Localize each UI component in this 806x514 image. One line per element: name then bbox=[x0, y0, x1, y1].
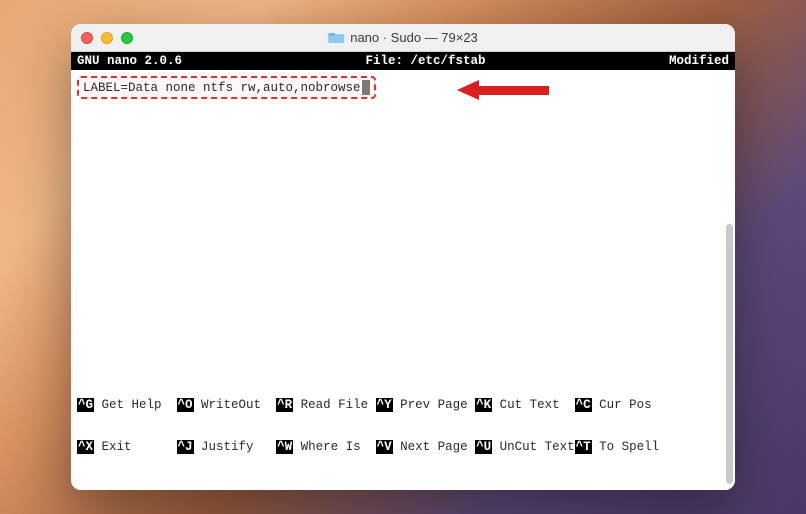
cmd-justify: ^J Justify bbox=[177, 440, 277, 454]
editor-area[interactable]: LABEL=Data none ntfs rw,auto,nobrowse bbox=[71, 70, 735, 368]
cmd-uncut-text: ^U UnCut Text bbox=[475, 440, 575, 454]
scrollbar-thumb[interactable] bbox=[726, 224, 733, 484]
titlebar[interactable]: nano · Sudo — 79×23 bbox=[71, 24, 735, 52]
window-title-text: nano · Sudo — 79×23 bbox=[350, 30, 478, 45]
nano-footer: ^G Get Help ^O WriteOut ^R Read File ^Y … bbox=[71, 368, 735, 490]
minimize-icon[interactable] bbox=[101, 32, 113, 44]
cmd-to-spell: ^T To Spell bbox=[575, 440, 660, 454]
scrollbar[interactable] bbox=[723, 64, 733, 484]
nano-header: GNU nano 2.0.6 File: /etc/fstab Modified bbox=[71, 52, 735, 70]
nano-version: GNU nano 2.0.6 bbox=[77, 54, 182, 68]
cmd-exit: ^X Exit bbox=[77, 440, 177, 454]
maximize-icon[interactable] bbox=[121, 32, 133, 44]
annotation-arrow-icon bbox=[457, 80, 549, 100]
cmd-prev-page: ^Y Prev Page bbox=[376, 398, 476, 412]
terminal-window: nano · Sudo — 79×23 GNU nano 2.0.6 File:… bbox=[71, 24, 735, 490]
cmd-next-page: ^V Next Page bbox=[376, 440, 476, 454]
cmd-where-is: ^W Where Is bbox=[276, 440, 376, 454]
cmd-writeout: ^O WriteOut bbox=[177, 398, 277, 412]
footer-row-1: ^G Get Help ^O WriteOut ^R Read File ^Y … bbox=[77, 398, 729, 412]
traffic-lights bbox=[81, 32, 133, 44]
nano-file: File: /etc/fstab bbox=[182, 54, 669, 68]
cmd-cur-pos: ^C Cur Pos bbox=[575, 398, 652, 412]
annotation-highlight: LABEL=Data none ntfs rw,auto,nobrowse bbox=[77, 76, 376, 99]
nano-status: Modified bbox=[669, 54, 729, 68]
close-icon[interactable] bbox=[81, 32, 93, 44]
window-title: nano · Sudo — 79×23 bbox=[328, 30, 478, 45]
footer-row-2: ^X Exit ^J Justify ^W Where Is ^V Next P… bbox=[77, 440, 729, 454]
folder-icon bbox=[328, 31, 344, 44]
cursor bbox=[362, 80, 370, 95]
cmd-get-help: ^G Get Help bbox=[77, 398, 177, 412]
cmd-read-file: ^R Read File bbox=[276, 398, 376, 412]
cmd-cut-text: ^K Cut Text bbox=[475, 398, 575, 412]
editor-line: LABEL=Data none ntfs rw,auto,nobrowse bbox=[83, 81, 361, 95]
